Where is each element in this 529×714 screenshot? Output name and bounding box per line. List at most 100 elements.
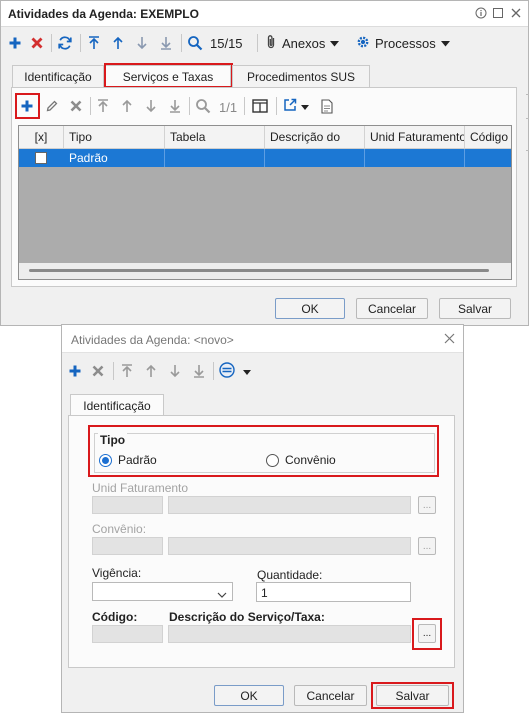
delete-icon[interactable] — [28, 34, 46, 52]
tab-procedimentos-sus[interactable]: Procedimentos SUS — [232, 65, 370, 87]
options-menu[interactable] — [219, 361, 251, 381]
processos-label: Processos — [375, 35, 436, 51]
export-menu[interactable] — [283, 97, 309, 115]
toolbar-separator — [257, 34, 258, 52]
next-record-icon[interactable] — [133, 34, 151, 52]
toolbar-separator — [80, 34, 81, 52]
grid-header-tipo[interactable]: Tipo — [64, 126, 165, 148]
anexos-menu[interactable]: Anexos — [265, 34, 340, 53]
grid-header-descricao[interactable]: Descrição do — [265, 126, 365, 148]
processos-menu[interactable]: Processos — [356, 34, 450, 52]
quantidade-field[interactable]: 1 — [256, 582, 411, 602]
highlight-box — [104, 63, 233, 88]
row-checkbox[interactable] — [35, 152, 47, 164]
database-icon — [219, 361, 235, 381]
columns-icon[interactable] — [251, 97, 269, 115]
ok-button[interactable]: OK — [275, 298, 345, 319]
search-icon[interactable] — [186, 34, 204, 52]
previous-record-icon[interactable] — [142, 362, 160, 380]
first-record-icon[interactable] — [94, 97, 112, 115]
cell-divider — [364, 149, 365, 167]
info-icon[interactable] — [475, 7, 487, 22]
delete-icon[interactable] — [89, 362, 107, 380]
horizontal-scrollbar[interactable] — [19, 263, 511, 279]
convenio-browse-button[interactable]: ... — [418, 537, 436, 555]
first-record-icon[interactable] — [118, 362, 136, 380]
dropdown-arrow-icon — [440, 36, 450, 50]
next-record-icon[interactable] — [142, 97, 160, 115]
first-record-icon[interactable] — [85, 34, 103, 52]
search-icon[interactable] — [194, 97, 212, 115]
radio-convenio[interactable]: Convênio — [266, 453, 336, 467]
previous-record-icon[interactable] — [109, 34, 127, 52]
highlight-box — [15, 93, 40, 119]
cell-divider — [164, 149, 165, 167]
unid-faturamento-description-field[interactable] — [168, 496, 411, 514]
add-icon[interactable] — [6, 34, 24, 52]
dropdown-arrow-icon — [330, 36, 340, 50]
close-icon[interactable] — [444, 333, 455, 347]
edit-icon[interactable] — [43, 97, 61, 115]
convenio-code-field[interactable] — [92, 537, 163, 555]
grid-header-codigo[interactable]: Código — [465, 126, 511, 148]
descricao-servico-label: Descrição do Serviço/Taxa: — [169, 610, 325, 624]
chevron-down-icon — [217, 588, 227, 602]
unid-faturamento-label: Unid Faturamento — [92, 481, 189, 495]
add-icon[interactable] — [66, 362, 84, 380]
dropdown-arrow-icon — [301, 99, 309, 113]
gear-icon — [356, 35, 370, 52]
main-window: Atividades da Agenda: EXEMPLO 15/15 Anex… — [0, 0, 529, 326]
toolbar-separator — [213, 362, 214, 380]
toolbar-separator — [181, 34, 182, 52]
grid-header-select[interactable]: [x] — [19, 126, 64, 148]
vigencia-select[interactable] — [92, 582, 233, 601]
document-icon[interactable] — [318, 97, 336, 115]
toolbar-separator — [113, 362, 114, 380]
paperclip-icon — [265, 34, 277, 53]
table-row[interactable]: Padrão — [19, 149, 511, 167]
radio-convenio-button[interactable] — [266, 453, 279, 467]
close-icon[interactable] — [510, 7, 522, 22]
unid-faturamento-browse-button[interactable]: ... — [418, 496, 436, 514]
unid-faturamento-code-field[interactable] — [92, 496, 163, 514]
tab-label: Identificação — [24, 69, 92, 84]
grid-header-unid-faturamento[interactable]: Unid Faturamento — [365, 126, 465, 148]
grid-header: [x] Tipo Tabela Descrição do Unid Fatura… — [19, 126, 511, 149]
radio-padrao-button[interactable] — [99, 453, 112, 467]
maximize-icon[interactable] — [492, 7, 504, 22]
convenio-description-field[interactable] — [168, 537, 411, 555]
row-tipo-cell: Padrão — [69, 151, 108, 165]
anexos-label: Anexos — [282, 35, 326, 51]
cancel-button[interactable]: Cancelar — [356, 298, 428, 319]
delete-servico-icon[interactable] — [67, 97, 85, 115]
vigencia-label: Vigência: — [92, 566, 142, 580]
next-record-icon[interactable] — [166, 362, 184, 380]
refresh-icon[interactable] — [56, 34, 74, 52]
last-record-icon[interactable] — [166, 97, 184, 115]
radio-convenio-label: Convênio — [285, 453, 336, 467]
toolbar-separator — [244, 97, 245, 115]
grid-header-tabela[interactable]: Tabela — [165, 126, 265, 148]
scrollbar-thumb[interactable] — [29, 269, 489, 272]
save-button[interactable]: Salvar — [439, 298, 511, 319]
codigo-field[interactable] — [92, 625, 163, 643]
dropdown-arrow-icon — [243, 364, 251, 378]
tab-identificacao[interactable]: Identificação — [12, 65, 104, 87]
ok-button[interactable]: OK — [214, 685, 284, 706]
toolbar-separator — [189, 97, 190, 115]
last-record-icon[interactable] — [190, 362, 208, 380]
main-window-titlebar: Atividades da Agenda: EXEMPLO — [1, 1, 528, 27]
toolbar-separator — [51, 34, 52, 52]
radio-padrao[interactable]: Padrão — [99, 453, 157, 467]
servicos-panel: 1/1 [x] Tipo Tabela Descrição do Unid Fa… — [11, 87, 517, 287]
descricao-servico-field[interactable] — [168, 625, 411, 643]
last-record-icon[interactable] — [157, 34, 175, 52]
main-toolbar: 15/15 Anexos Processos — [1, 28, 528, 58]
radio-padrao-label: Padrão — [118, 453, 157, 467]
new-record-dialog: Atividades da Agenda: <novo> Identificaç… — [61, 324, 464, 713]
cancel-button[interactable]: Cancelar — [294, 685, 367, 706]
toolbar-separator — [276, 97, 277, 115]
sub-record-counter: 1/1 — [219, 100, 238, 115]
previous-record-icon[interactable] — [118, 97, 136, 115]
tab-identificacao[interactable]: Identificação — [70, 394, 164, 416]
